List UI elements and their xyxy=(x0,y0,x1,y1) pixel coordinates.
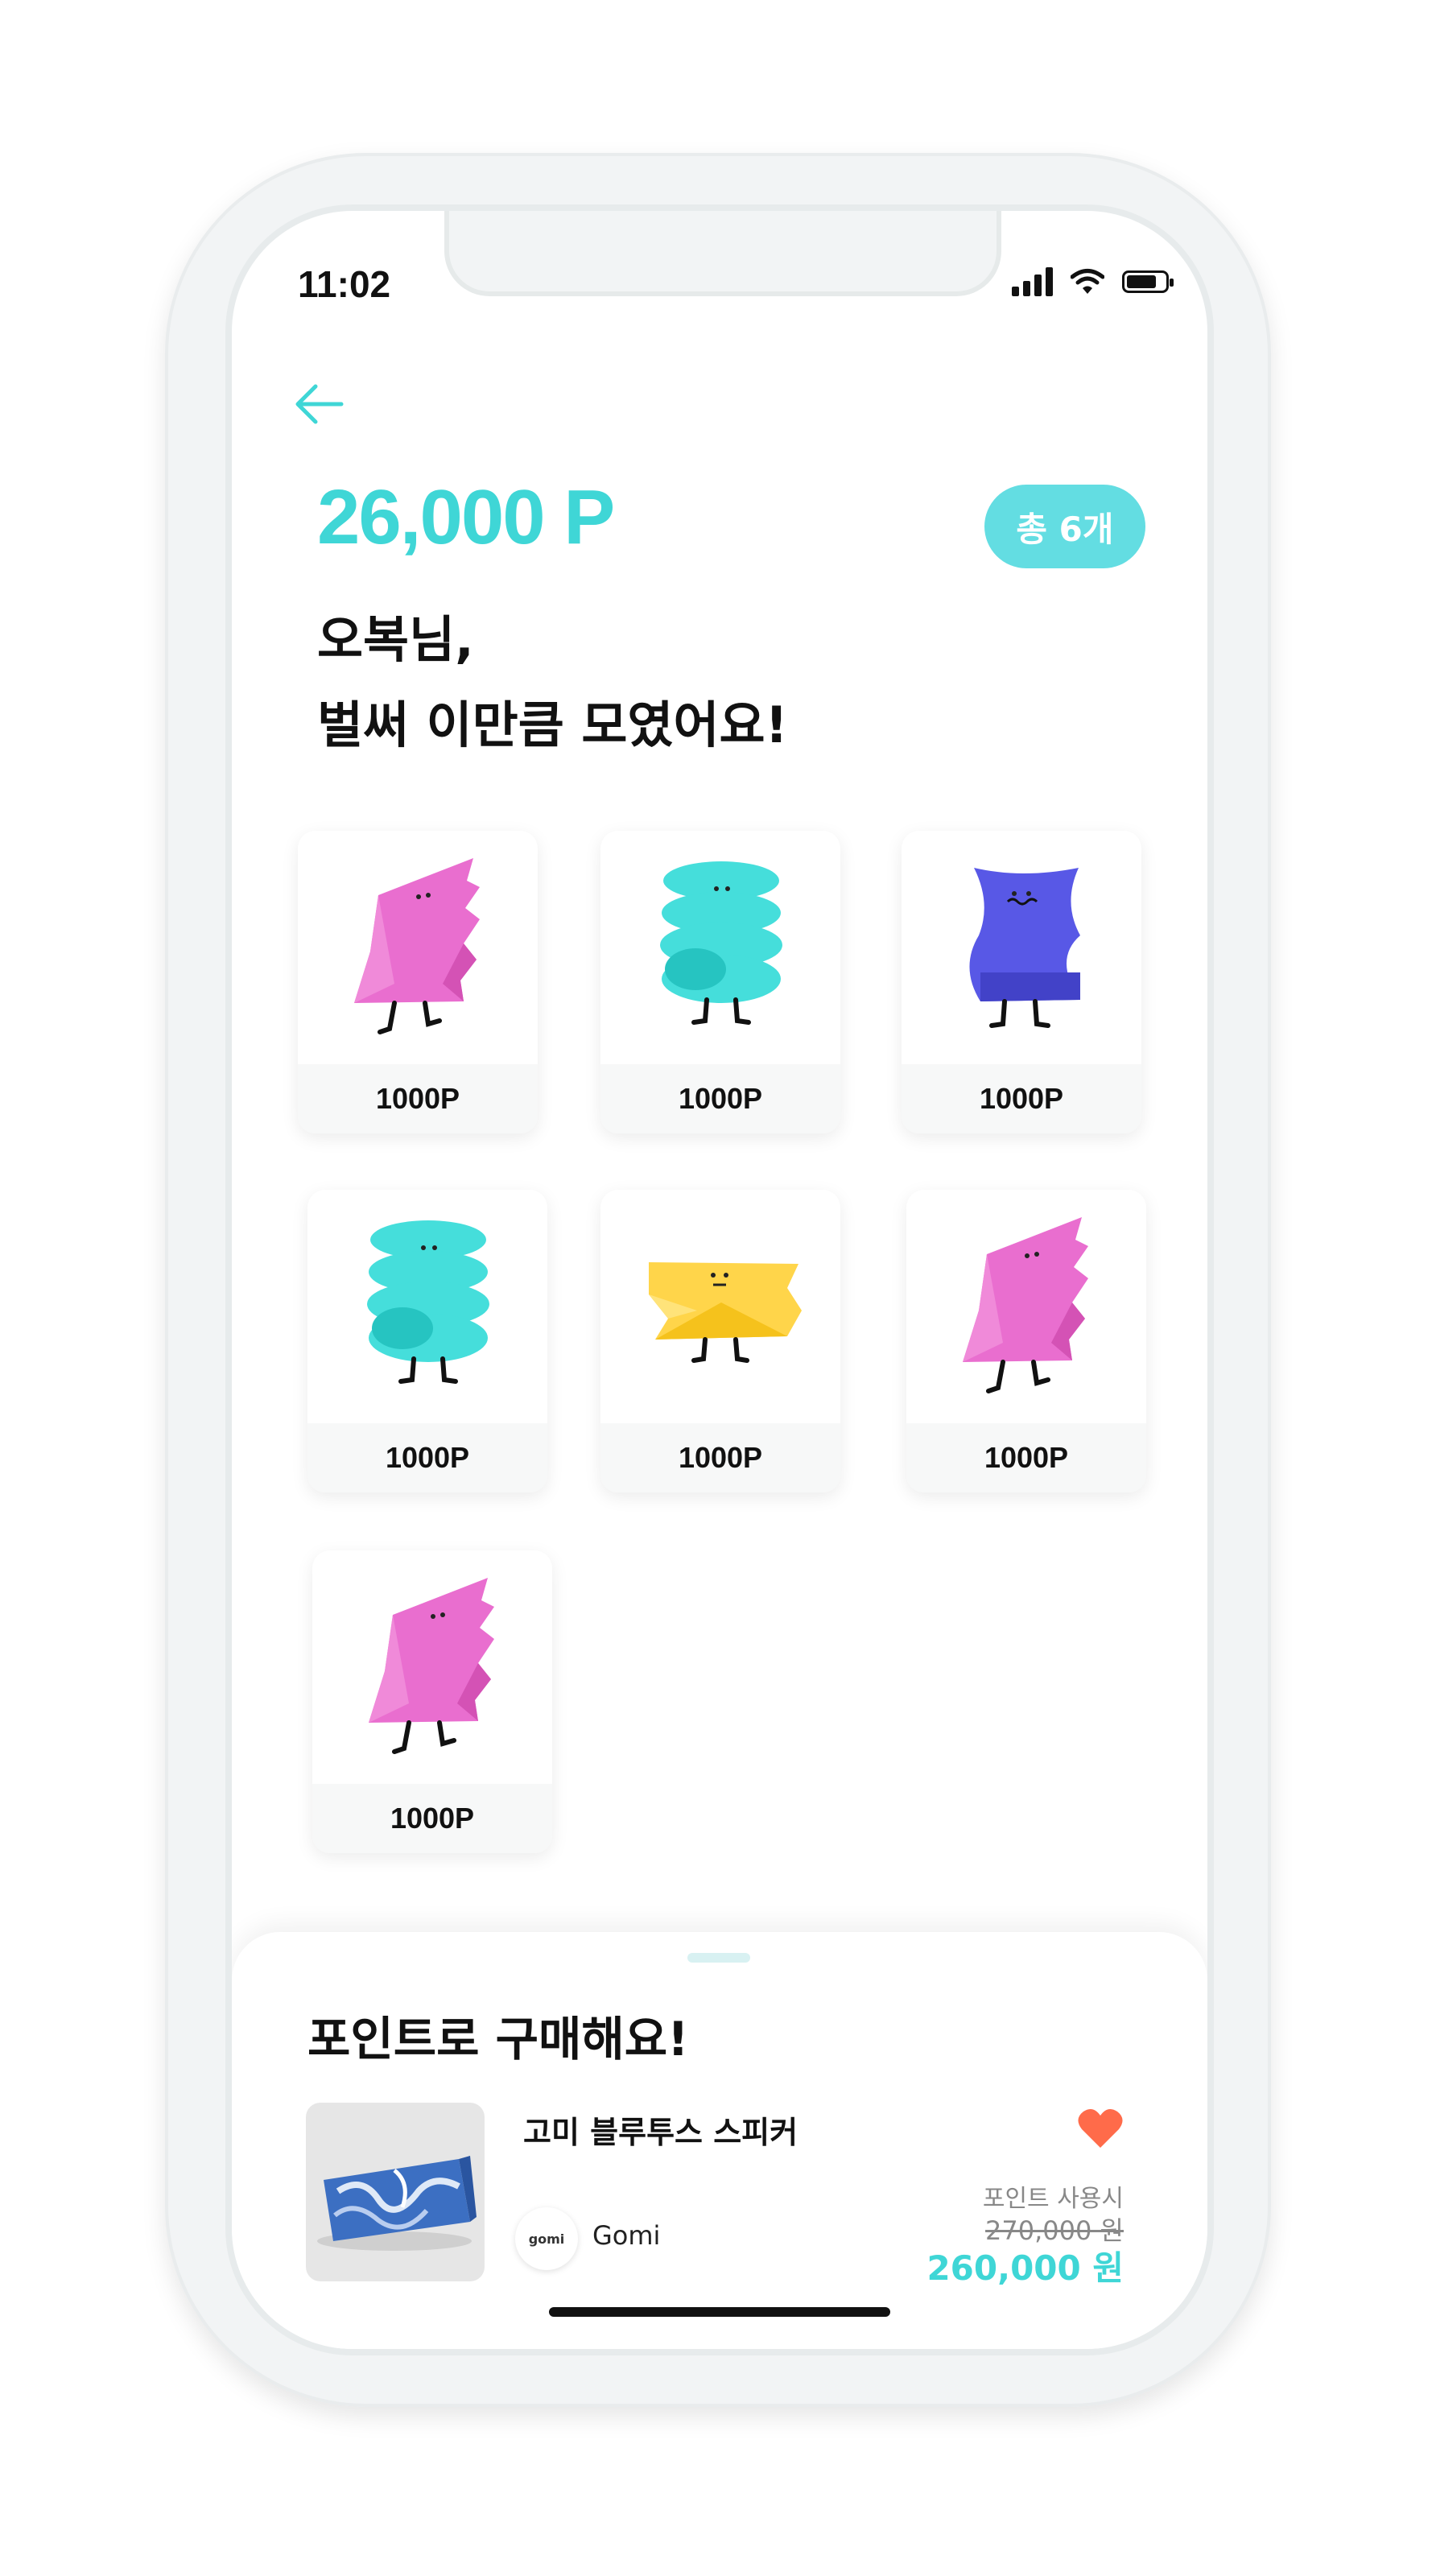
heart-icon[interactable] xyxy=(1077,2107,1124,2149)
wifi-icon xyxy=(1071,269,1104,294)
pink-character-icon xyxy=(354,858,480,1034)
brand-name: Gomi xyxy=(592,2220,661,2251)
points-total: 26,000 P xyxy=(317,474,615,560)
price-note: 포인트 사용시 xyxy=(982,2185,1124,2213)
card-label: 1000P xyxy=(298,1064,538,1133)
card-label: 1000P xyxy=(600,1423,840,1492)
notch xyxy=(444,211,1001,296)
card-label: 1000P xyxy=(307,1423,547,1492)
point-card[interactable]: 1000P xyxy=(307,1190,547,1492)
cyan-character-icon xyxy=(660,861,782,1025)
app-screen: 11:02 26,000 P 총 6개 오복님, 벌써 이만큼 모였어요! 10… xyxy=(232,211,1207,2349)
brand-logo: gomi xyxy=(515,2207,578,2270)
sheet-title: 포인트로 구매해요! xyxy=(307,2012,689,2066)
purchase-sheet: 포인트로 구매해요! 고미 블루투스 스피커 gomi Gomi 포인트 사용시… xyxy=(232,1932,1207,2349)
count-badge: 총 6개 xyxy=(984,485,1145,568)
point-card[interactable]: 1000P xyxy=(312,1550,552,1853)
discounted-price: 260,000 원 xyxy=(926,2248,1124,2288)
sheet-handle[interactable] xyxy=(687,1953,750,1963)
greeting: 오복님, 벌써 이만큼 모였어요! xyxy=(317,597,788,768)
speaker-image xyxy=(317,2156,477,2251)
card-label: 1000P xyxy=(906,1423,1146,1492)
pink-character-icon xyxy=(369,1578,494,1754)
status-icons xyxy=(1012,267,1174,296)
battery-icon xyxy=(1122,270,1174,293)
home-indicator[interactable] xyxy=(549,2307,890,2317)
greeting-line-1: 오복님, xyxy=(317,610,474,669)
pink-character-icon xyxy=(963,1217,1088,1393)
point-card[interactable]: 1000P xyxy=(600,831,840,1133)
point-card[interactable]: 1000P xyxy=(906,1190,1146,1492)
status-time: 11:02 xyxy=(298,263,391,305)
card-label: 1000P xyxy=(600,1064,840,1133)
card-label: 1000P xyxy=(902,1064,1141,1133)
signal-icon xyxy=(1012,267,1053,296)
point-card[interactable]: 1000P xyxy=(902,831,1141,1133)
back-arrow-icon[interactable] xyxy=(288,372,353,436)
point-card[interactable]: 1000P xyxy=(298,831,538,1133)
blue-character-icon xyxy=(969,868,1080,1028)
yellow-character-icon xyxy=(649,1262,802,1363)
product-image[interactable] xyxy=(306,2103,485,2281)
cyan-character-icon xyxy=(367,1220,489,1384)
card-label: 1000P xyxy=(312,1784,552,1853)
point-card[interactable]: 1000P xyxy=(600,1190,840,1492)
product-name[interactable]: 고미 블루투스 스피커 xyxy=(523,2107,798,2152)
greeting-line-2: 벌써 이만큼 모였어요! xyxy=(317,696,788,754)
